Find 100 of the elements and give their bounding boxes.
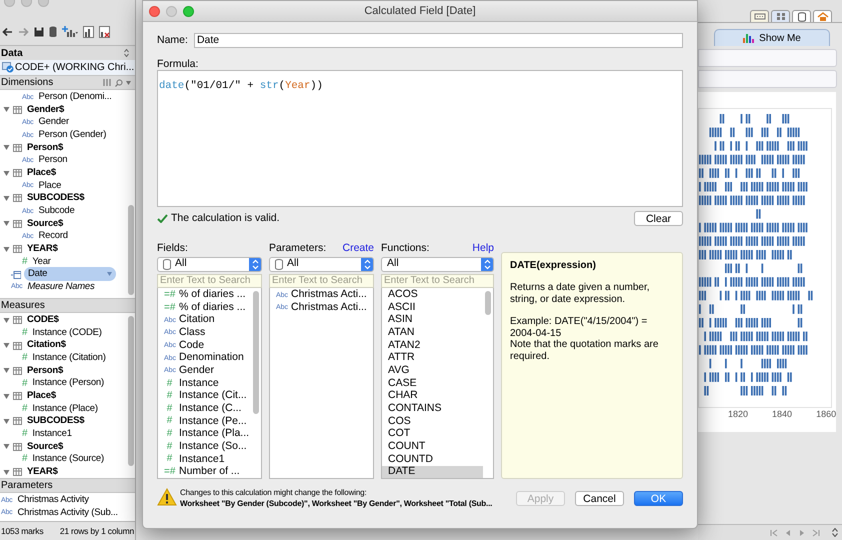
zoom-icon[interactable] <box>183 6 194 17</box>
tree-item[interactable]: Person$ <box>25 140 66 156</box>
tree-item[interactable]: Instance (CODE) <box>30 326 104 340</box>
search-icon[interactable] <box>115 78 123 86</box>
name-input[interactable]: Date <box>194 33 683 48</box>
tree-item[interactable]: Person$ <box>25 364 66 378</box>
tree-item[interactable]: Christmas Activity <box>15 493 91 508</box>
tree-item[interactable]: Instance (Citation) <box>30 351 108 366</box>
search-field[interactable]: Enter Text to Search <box>381 274 494 288</box>
tree-item[interactable]: Place$ <box>25 166 58 180</box>
view-tab[interactable] <box>750 10 770 22</box>
list-item[interactable]: ATTR <box>382 352 483 365</box>
list-item[interactable]: ATAN <box>382 326 483 340</box>
expand-triangle-icon[interactable] <box>3 392 10 400</box>
list-item[interactable]: AVG <box>382 364 483 378</box>
database-icon[interactable] <box>49 26 57 37</box>
tree-item[interactable]: Instance1 <box>30 426 74 442</box>
list-item[interactable]: ATAN2 <box>382 339 483 352</box>
tree-item[interactable]: SUBCODES$ <box>25 414 86 429</box>
stepper-icon[interactable] <box>832 528 838 537</box>
expand-triangle-icon[interactable] <box>3 468 10 476</box>
first-page-icon[interactable] <box>770 528 778 536</box>
list-item[interactable]: COUNT <box>382 440 483 454</box>
expand-triangle-icon[interactable] <box>3 418 10 425</box>
cancel-button[interactable]: Cancel <box>575 491 624 506</box>
tree-item[interactable]: Person (Gender) <box>36 128 108 142</box>
dropdown[interactable]: All <box>381 256 494 272</box>
expand-triangle-icon[interactable] <box>3 144 10 152</box>
dropdown[interactable]: All <box>157 256 262 272</box>
tree-item[interactable]: Christmas Activity (Sub... <box>15 506 120 520</box>
tree-item[interactable]: Date <box>24 267 116 282</box>
expand-triangle-icon[interactable] <box>3 106 10 114</box>
scrollbar-thumb[interactable] <box>253 290 259 414</box>
list-item[interactable]: COT <box>382 428 483 440</box>
dropdown-caret-icon[interactable] <box>107 272 112 276</box>
dropdown[interactable]: All <box>269 256 374 272</box>
menu-caret-icon[interactable] <box>126 80 131 84</box>
list-item[interactable]: ASCII <box>382 301 483 314</box>
tree-item[interactable]: Gender <box>36 115 71 130</box>
expand-triangle-icon[interactable] <box>3 220 10 228</box>
shelf-field[interactable] <box>698 70 838 88</box>
search-field[interactable]: Enter Text to Search <box>157 274 262 288</box>
tree-item[interactable]: YEAR$ <box>25 242 60 256</box>
list-item[interactable]: ACOS <box>382 288 483 302</box>
expand-triangle-icon[interactable] <box>3 367 10 374</box>
scrollbar-thumb[interactable] <box>485 290 491 315</box>
tree-item[interactable]: YEAR$ <box>25 464 60 478</box>
expand-triangle-icon[interactable] <box>3 170 10 177</box>
view-tab[interactable] <box>771 10 790 22</box>
tree-item[interactable]: Person <box>36 153 70 168</box>
chart-icon[interactable] <box>83 26 94 38</box>
search-field[interactable]: Enter Text to Search <box>269 274 374 288</box>
tree-item[interactable]: Measure Names <box>25 280 97 294</box>
tree-item[interactable]: SUBCODES$ <box>25 191 86 206</box>
tree-item[interactable]: Gender$ <box>25 102 66 118</box>
last-page-icon[interactable] <box>812 528 820 536</box>
tree-item[interactable]: Person (Denomi... <box>36 90 114 104</box>
tree-item[interactable]: Year <box>30 254 53 269</box>
tree-item[interactable]: Source$ <box>25 440 66 454</box>
show-me-button[interactable]: Show Me <box>714 29 830 46</box>
list-item[interactable]: CONTAINS <box>382 402 483 416</box>
new-chart-icon[interactable] <box>62 26 78 38</box>
tree-item[interactable]: Source$ <box>25 216 66 231</box>
forward-arrow-icon[interactable] <box>18 26 29 36</box>
view-tab[interactable] <box>792 10 812 22</box>
next-icon[interactable] <box>798 528 806 536</box>
save-icon[interactable] <box>34 26 44 36</box>
link[interactable]: Help <box>472 240 494 257</box>
columns-icon[interactable] <box>103 79 112 86</box>
expand-triangle-icon[interactable] <box>3 342 10 350</box>
tree-item[interactable]: Instance (Source) <box>30 452 106 466</box>
back-arrow-icon[interactable] <box>2 26 13 36</box>
tree-item[interactable]: Record <box>36 229 70 244</box>
scrollbar-thumb[interactable] <box>128 205 134 295</box>
previous-icon[interactable] <box>784 528 792 536</box>
list-item[interactable]: ASIN <box>382 314 483 327</box>
list-item[interactable]: CASE <box>382 377 483 390</box>
sort-icon[interactable] <box>124 49 129 57</box>
tree-item[interactable]: Place <box>36 178 64 193</box>
tree-item[interactable]: Place$ <box>25 389 58 404</box>
list-item[interactable]: % of diaries ... <box>179 288 246 303</box>
close-icon[interactable] <box>149 6 160 17</box>
expand-triangle-icon[interactable] <box>3 316 10 324</box>
link[interactable]: Create <box>342 240 374 257</box>
list-item[interactable]: DATE <box>382 466 483 478</box>
expand-triangle-icon[interactable] <box>3 443 10 450</box>
expand-triangle-icon[interactable] <box>3 246 10 252</box>
clear-button[interactable]: Clear <box>634 211 683 226</box>
scrollbar-thumb[interactable] <box>128 316 134 466</box>
tree-item[interactable]: Instance (Place) <box>30 402 100 416</box>
list-item[interactable]: CHAR <box>382 390 483 403</box>
list-item[interactable]: COS <box>382 415 483 428</box>
tree-item[interactable]: Citation$ <box>25 338 68 353</box>
list-item[interactable]: COUNTD <box>382 453 483 466</box>
formula-editor[interactable]: date("01/01/" + str(Year)) <box>157 70 683 207</box>
tree-item[interactable]: Instance (Person) <box>30 376 106 391</box>
expand-triangle-icon[interactable] <box>3 194 10 202</box>
tree-item[interactable]: Subcode <box>36 204 77 218</box>
clear-chart-icon[interactable] <box>99 26 110 38</box>
tree-item[interactable]: CODE$ <box>25 313 61 328</box>
